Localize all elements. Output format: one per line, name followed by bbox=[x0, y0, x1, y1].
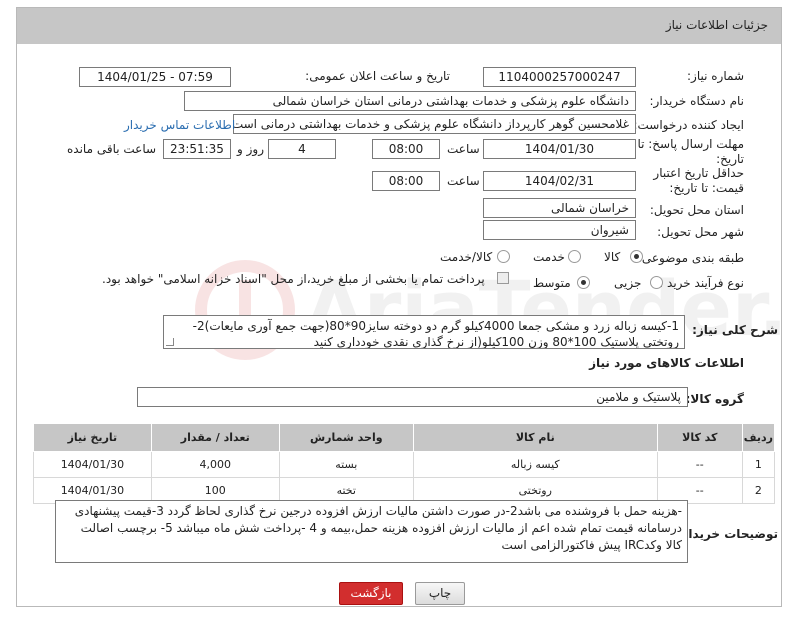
city-label: شهر محل تحویل: bbox=[657, 225, 744, 239]
buyer-notes-textarea[interactable]: -هزینه حمل با فروشنده می باشد2-در صورت د… bbox=[55, 500, 688, 563]
goods-group-field: پلاستیک و ملامین bbox=[137, 387, 688, 407]
validity-label: حداقل تاریخ اعتبار قیمت: تا تاریخ: bbox=[653, 166, 744, 195]
column-header-quantity: تعداد / مقدار bbox=[150, 423, 280, 452]
buyer-label: نام دستگاه خریدار: bbox=[649, 94, 745, 108]
cell-code: -- bbox=[656, 451, 743, 478]
cell-row-number: 2 bbox=[741, 477, 776, 504]
deadline-date-field: 1404/01/30 bbox=[483, 139, 636, 159]
buyer-notes-label: توضیحات خریدار: bbox=[676, 527, 778, 541]
category-option-goods: کالا bbox=[604, 250, 621, 264]
announce-label: تاریخ و ساعت اعلان عمومی: bbox=[305, 69, 450, 83]
payment-note: پرداخت تمام یا بخشی از مبلغ خرید،از محل … bbox=[102, 272, 485, 286]
category-option-goods-service: کالا/خدمت bbox=[440, 250, 493, 264]
buyer-field: دانشگاه علوم پزشکی و خدمات بهداشتی درمان… bbox=[184, 91, 636, 111]
cell-quantity: 4,000 bbox=[150, 451, 280, 478]
deadline-label: مهلت ارسال پاسخ: تا تاریخ: bbox=[637, 137, 744, 166]
province-label: استان محل تحویل: bbox=[649, 203, 744, 217]
panel-title: جزئیات اطلاعات نیاز bbox=[665, 18, 768, 32]
process-radio-medium[interactable] bbox=[577, 276, 590, 289]
validity-time-label: ساعت bbox=[447, 174, 480, 188]
province-field: خراسان شمالی bbox=[483, 198, 636, 218]
process-radio-minor[interactable] bbox=[650, 276, 663, 289]
remaining-label: ساعت باقی مانده bbox=[67, 142, 157, 156]
cell-name: کیسه زباله bbox=[412, 451, 658, 478]
deadline-time-label: ساعت bbox=[447, 142, 480, 156]
table-row: 1 -- کیسه زباله بسته 4,000 1404/01/30 bbox=[33, 451, 776, 478]
need-number-field: 1104000257000247 bbox=[483, 67, 636, 87]
category-option-service: خدمت bbox=[533, 250, 565, 264]
table-header-row: ردیف کد کالا نام کالا واحد شمارش تعداد /… bbox=[33, 423, 776, 452]
creator-field: غلامحسین گوهر کارپرداز دانشگاه علوم پزشک… bbox=[233, 114, 636, 134]
category-radio-goods[interactable] bbox=[630, 250, 643, 263]
column-header-row-number: ردیف bbox=[741, 423, 776, 452]
description-label: شرح کلی نیاز: bbox=[692, 323, 778, 337]
days-label: روز و bbox=[237, 142, 264, 156]
category-label: طبقه بندی موضوعی: bbox=[637, 251, 744, 265]
print-button[interactable]: چاپ bbox=[415, 582, 465, 605]
buyer-contact-link[interactable]: اطلاعات تماس خریدار bbox=[124, 118, 235, 132]
goods-group-label: گروه کالا: bbox=[685, 392, 744, 406]
remaining-time-field: 23:51:35 bbox=[163, 139, 231, 159]
goods-table: ردیف کد کالا نام کالا واحد شمارش تعداد /… bbox=[33, 423, 776, 504]
validity-date-field: 1404/02/31 bbox=[483, 171, 636, 191]
description-textarea[interactable]: 1-کیسه زباله زرد و مشکی جمعا 4000کیلو گر… bbox=[163, 315, 685, 349]
goods-section-title: اطلاعات کالاهای مورد نیاز bbox=[589, 356, 744, 370]
process-option-minor: جزیی bbox=[614, 276, 642, 290]
resize-grip-icon[interactable] bbox=[166, 338, 174, 346]
cell-unit: بسته bbox=[278, 451, 414, 478]
city-field: شیروان bbox=[483, 220, 636, 240]
process-option-medium: متوسط bbox=[533, 276, 571, 290]
column-header-unit: واحد شمارش bbox=[278, 423, 414, 452]
days-field: 4 bbox=[268, 139, 336, 159]
column-header-need-date: تاریخ نیاز bbox=[33, 423, 152, 452]
column-header-name: نام کالا bbox=[412, 423, 658, 452]
back-button[interactable]: بازگشت bbox=[339, 582, 403, 605]
cell-row-number: 1 bbox=[741, 451, 776, 478]
deadline-time-field: 08:00 bbox=[372, 139, 440, 159]
category-radio-goods-service[interactable] bbox=[497, 250, 510, 263]
validity-time-field: 08:00 bbox=[372, 171, 440, 191]
cell-need-date: 1404/01/30 bbox=[33, 451, 152, 478]
category-radio-service[interactable] bbox=[568, 250, 581, 263]
creator-label: ایجاد کننده درخواست: bbox=[633, 118, 744, 132]
treasury-payment-checkbox[interactable] bbox=[497, 272, 509, 284]
process-label: نوع فرآیند خرید : bbox=[659, 276, 744, 290]
need-number-label: شماره نیاز: bbox=[687, 69, 744, 83]
column-header-code: کد کالا bbox=[656, 423, 743, 452]
announce-field: 1404/01/25 - 07:59 bbox=[79, 67, 231, 87]
